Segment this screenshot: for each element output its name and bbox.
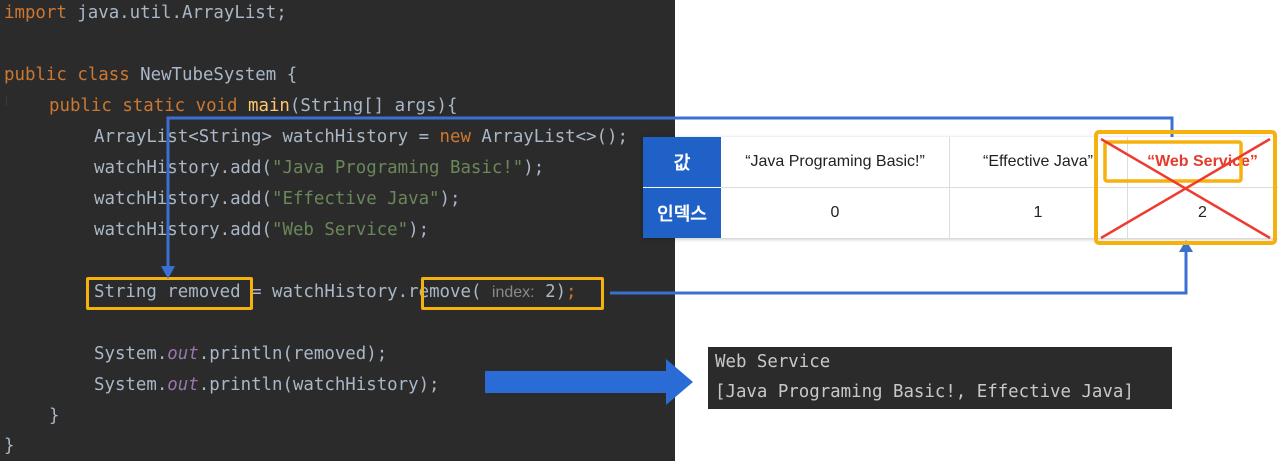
output-arrow-icon: [666, 359, 693, 405]
annotation-overlay: [161, 116, 1277, 405]
arrowhead-icon: [161, 266, 175, 279]
removed-value-highlight: [1103, 140, 1243, 183]
output-arrow-body: [485, 371, 671, 393]
return-value-arrow: [166, 116, 1174, 268]
remove-index-arrow: [610, 250, 1188, 295]
